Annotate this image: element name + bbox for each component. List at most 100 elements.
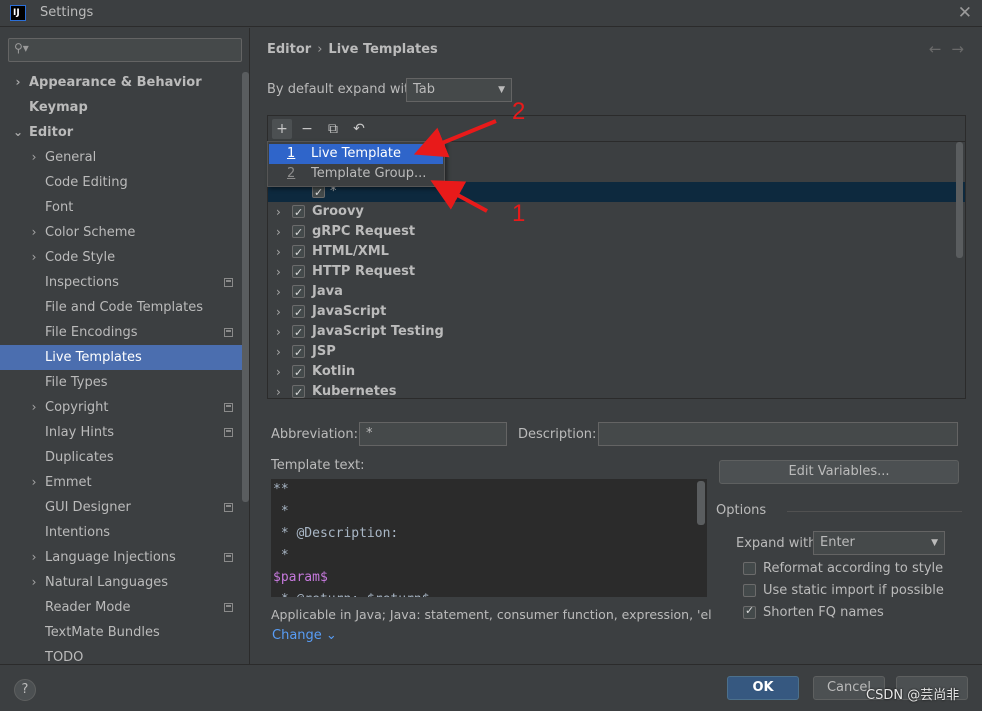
sidebar-item[interactable]: › Code Style: [0, 245, 249, 270]
sidebar-item[interactable]: TODO: [0, 645, 249, 664]
templates-toolbar: + − ⧉ ↶: [268, 116, 965, 142]
sidebar-item-label: Language Injections: [45, 550, 176, 565]
checkbox-box[interactable]: [743, 584, 756, 597]
chevron-right-icon[interactable]: ›: [28, 570, 40, 595]
sidebar-item[interactable]: › Emmet: [0, 470, 249, 495]
template-group-row[interactable]: › Java: [268, 282, 965, 303]
chevron-right-icon[interactable]: ›: [276, 342, 281, 362]
restore-defaults-button[interactable]: ↶: [349, 119, 369, 139]
sidebar-scrollbar[interactable]: [242, 72, 249, 502]
sidebar-item[interactable]: › Natural Languages: [0, 570, 249, 595]
template-group-row[interactable]: › HTTP Request: [268, 262, 965, 283]
group-checkbox[interactable]: [292, 223, 305, 243]
chevron-right-icon[interactable]: ›: [276, 262, 281, 282]
sidebar-item[interactable]: Font: [0, 195, 249, 220]
sidebar-item[interactable]: Keymap: [0, 95, 249, 120]
chevron-right-icon[interactable]: ›: [28, 545, 40, 570]
popup-item-live-template[interactable]: 1 Live Template: [269, 144, 443, 164]
project-scope-icon: [224, 328, 233, 337]
add-popup-menu: 1 Live Template 2 Template Group...: [267, 141, 445, 187]
sidebar-item[interactable]: Intentions: [0, 520, 249, 545]
expand-with-select[interactable]: Enter ▼: [813, 531, 945, 555]
editor-scrollbar[interactable]: [697, 481, 705, 525]
chevron-right-icon[interactable]: ›: [276, 222, 281, 242]
sidebar-item[interactable]: TextMate Bundles: [0, 620, 249, 645]
template-group-row[interactable]: › JavaScript: [268, 302, 965, 323]
sidebar-item[interactable]: Duplicates: [0, 445, 249, 470]
sidebar-item[interactable]: File Types: [0, 370, 249, 395]
sidebar-item[interactable]: › Color Scheme: [0, 220, 249, 245]
remove-template-button[interactable]: −: [297, 119, 317, 139]
settings-search-input[interactable]: ⚲▾: [8, 38, 242, 62]
chevron-right-icon[interactable]: ›: [276, 322, 281, 342]
template-text-editor[interactable]: ** * * @Description: * $param$ * @return:…: [271, 479, 707, 597]
group-checkbox[interactable]: [292, 303, 305, 323]
sidebar-item[interactable]: File Encodings: [0, 320, 249, 345]
template-group-label: Java: [312, 284, 343, 299]
chevron-right-icon[interactable]: ›: [276, 242, 281, 262]
group-checkbox[interactable]: [292, 363, 305, 383]
chevron-right-icon[interactable]: ›: [276, 202, 281, 222]
change-contexts-link[interactable]: Change ⌄: [272, 628, 337, 643]
sidebar-item[interactable]: Inlay Hints: [0, 420, 249, 445]
chevron-down-icon[interactable]: ⌄: [12, 120, 24, 145]
template-group-row[interactable]: › Groovy: [268, 202, 965, 223]
expand-default-select[interactable]: Tab ▼: [406, 78, 512, 102]
chevron-right-icon[interactable]: ›: [276, 302, 281, 322]
template-group-row[interactable]: › Kotlin: [268, 362, 965, 383]
sidebar-item[interactable]: File and Code Templates: [0, 295, 249, 320]
help-button[interactable]: ?: [14, 679, 36, 701]
sidebar-item[interactable]: › General: [0, 145, 249, 170]
sidebar-item[interactable]: › Appearance & Behavior: [0, 70, 249, 95]
chevron-right-icon[interactable]: ›: [28, 220, 40, 245]
templates-scrollbar[interactable]: [956, 142, 963, 258]
sidebar-item[interactable]: › Copyright: [0, 395, 249, 420]
template-group-row[interactable]: › JavaScript Testing: [268, 322, 965, 343]
template-group-row[interactable]: › JSP: [268, 342, 965, 363]
chevron-right-icon[interactable]: ›: [28, 245, 40, 270]
sidebar-item[interactable]: ⌄ Editor: [0, 120, 249, 145]
sidebar-item[interactable]: GUI Designer: [0, 495, 249, 520]
group-checkbox[interactable]: [292, 323, 305, 343]
project-scope-icon: [224, 428, 233, 437]
sidebar-item[interactable]: Inspections: [0, 270, 249, 295]
chevron-right-icon[interactable]: ›: [276, 282, 281, 302]
sidebar-item-label: Code Editing: [45, 175, 128, 190]
window-title: Settings: [40, 5, 94, 20]
live-templates-panel: Editor › Live Templates ←→ By default expa…: [251, 28, 982, 664]
add-template-button[interactable]: +: [272, 119, 292, 139]
close-icon[interactable]: ✕: [958, 3, 972, 23]
group-checkbox[interactable]: [292, 203, 305, 223]
copy-template-button[interactable]: ⧉: [323, 119, 343, 139]
chevron-right-icon[interactable]: ›: [276, 382, 281, 398]
sidebar-item[interactable]: Live Templates: [0, 345, 249, 370]
chevron-right-icon[interactable]: ›: [28, 395, 40, 420]
template-group-row[interactable]: › Kubernetes: [268, 382, 965, 398]
breadcrumb-parent[interactable]: Editor: [267, 42, 311, 57]
forward-arrow-icon[interactable]: →: [951, 40, 974, 58]
abbreviation-input[interactable]: *: [359, 422, 507, 446]
description-input[interactable]: [598, 422, 958, 446]
sidebar-item[interactable]: › Language Injections: [0, 545, 249, 570]
chevron-right-icon[interactable]: ›: [12, 70, 24, 95]
popup-item-template-group[interactable]: 2 Template Group...: [269, 164, 443, 184]
chevron-right-icon[interactable]: ›: [276, 362, 281, 382]
chevron-right-icon[interactable]: ›: [28, 145, 40, 170]
template-group-row[interactable]: › gRPC Request: [268, 222, 965, 243]
group-checkbox[interactable]: [292, 343, 305, 363]
group-checkbox[interactable]: [292, 243, 305, 263]
edit-variables-button[interactable]: Edit Variables...: [719, 460, 959, 484]
sidebar-item[interactable]: Reader Mode: [0, 595, 249, 620]
template-group-row[interactable]: › HTML/XML: [268, 242, 965, 263]
back-arrow-icon[interactable]: ←: [929, 40, 952, 58]
group-checkbox[interactable]: [292, 383, 305, 398]
chevron-right-icon[interactable]: ›: [28, 470, 40, 495]
group-checkbox[interactable]: [292, 263, 305, 283]
popup-item-label: Live Template: [311, 146, 401, 161]
group-checkbox[interactable]: [292, 283, 305, 303]
checkbox-box[interactable]: [743, 604, 756, 619]
checkbox-box[interactable]: [743, 562, 756, 575]
sidebar-item-label: Natural Languages: [45, 575, 169, 590]
sidebar-item[interactable]: Code Editing: [0, 170, 249, 195]
ok-button[interactable]: OK: [727, 676, 799, 700]
